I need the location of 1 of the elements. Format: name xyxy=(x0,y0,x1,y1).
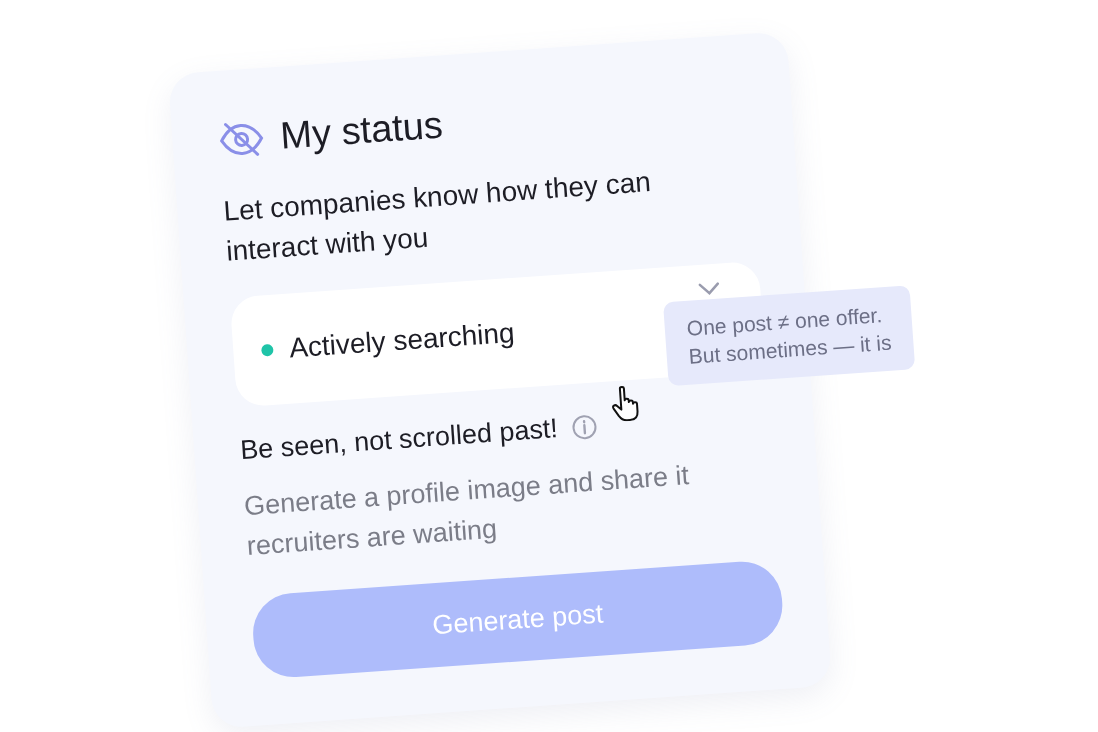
card-title: My status xyxy=(278,103,445,158)
